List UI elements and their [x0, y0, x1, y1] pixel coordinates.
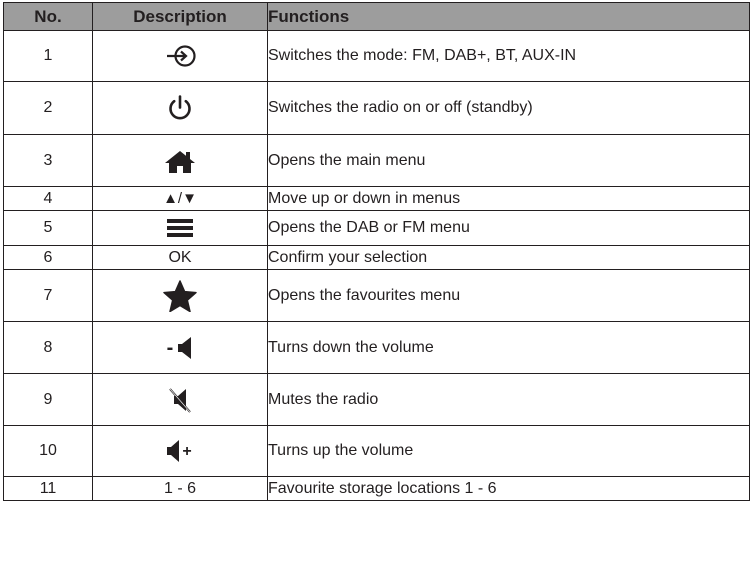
mute-icon — [165, 385, 195, 415]
row-number: 7 — [3, 269, 93, 322]
mode-icon — [162, 42, 198, 70]
power-icon — [165, 93, 195, 123]
table-header-row: No. Description Functions — [3, 2, 750, 31]
row-number: 8 — [3, 321, 93, 374]
row-description — [92, 210, 268, 246]
functions-table: No. Description Functions 1 Switches the… — [3, 2, 750, 501]
menu-icon — [165, 217, 195, 239]
table-row: 10 + Turns up the volume — [3, 425, 750, 477]
row-number: 3 — [3, 134, 93, 187]
table-row: 8 - Turns down the volume — [3, 321, 750, 374]
row-description — [92, 134, 268, 187]
row-number: 5 — [3, 210, 93, 246]
row-number: 1 — [3, 30, 93, 82]
row-number: 9 — [3, 373, 93, 426]
header-no: No. — [3, 2, 93, 31]
table-row: 4 ▲/▼ Move up or down in menus — [3, 186, 750, 211]
row-function: Confirm your selection — [267, 245, 750, 270]
table-row: 11 1 - 6 Favourite storage locations 1 -… — [3, 476, 750, 501]
row-number: 4 — [3, 186, 93, 211]
row-function: Move up or down in menus — [267, 186, 750, 211]
header-functions: Functions — [267, 2, 750, 31]
row-description: OK — [92, 245, 268, 270]
star-icon — [163, 279, 197, 312]
table-row: 5 Opens the DAB or FM menu — [3, 210, 750, 246]
table-row: 1 Switches the mode: FM, DAB+, BT, AUX-I… — [3, 30, 750, 82]
row-number: 11 — [3, 476, 93, 501]
header-description: Description — [92, 2, 268, 31]
row-function: Favourite storage locations 1 - 6 — [267, 476, 750, 501]
row-number: 6 — [3, 245, 93, 270]
volume-up-icon: + — [163, 438, 197, 464]
row-function: Switches the mode: FM, DAB+, BT, AUX-IN — [267, 30, 750, 82]
row-function: Opens the main menu — [267, 134, 750, 187]
volume-up-sign: + — [182, 443, 191, 460]
row-number: 2 — [3, 81, 93, 135]
row-function: Switches the radio on or off (standby) — [267, 81, 750, 135]
row-description — [92, 269, 268, 322]
volume-down-icon: - — [163, 335, 197, 361]
table-row: 6 OK Confirm your selection — [3, 245, 750, 270]
table-row: 9 Mutes the radio — [3, 373, 750, 426]
table-row: 3 Opens the main menu — [3, 134, 750, 187]
home-icon — [162, 147, 198, 175]
row-description — [92, 81, 268, 135]
row-description — [92, 373, 268, 426]
row-function: Turns down the volume — [267, 321, 750, 374]
row-description: 1 - 6 — [92, 476, 268, 501]
row-description: - — [92, 321, 268, 374]
row-function: Turns up the volume — [267, 425, 750, 477]
row-function: Opens the DAB or FM menu — [267, 210, 750, 246]
row-function: Mutes the radio — [267, 373, 750, 426]
table-row: 7 Opens the favourites menu — [3, 269, 750, 322]
table-row: 2 Switches the radio on or off (standby) — [3, 81, 750, 135]
row-description: + — [92, 425, 268, 477]
row-description — [92, 30, 268, 82]
row-number: 10 — [3, 425, 93, 477]
volume-down-sign: - — [167, 337, 174, 359]
row-function: Opens the favourites menu — [267, 269, 750, 322]
row-description: ▲/▼ — [92, 186, 268, 211]
